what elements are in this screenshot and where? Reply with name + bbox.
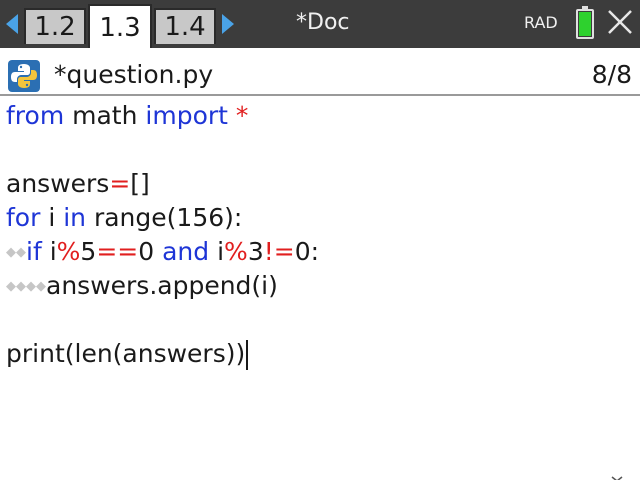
indent-marker: ◆◆ <box>6 245 26 260</box>
indent-marker: ◆◆◆◆ <box>6 279 46 294</box>
code-line-2[interactable] <box>6 133 636 167</box>
operator-neq: != <box>263 237 295 266</box>
battery-cap <box>582 6 588 9</box>
code-text: answers <box>6 169 110 198</box>
text-cursor <box>246 340 249 370</box>
editor-header: *question.py 8/8 <box>0 56 640 96</box>
code-text: 0 <box>138 237 163 266</box>
angle-mode-indicator: RAD <box>524 13 558 32</box>
top-bar: 1.2 1.3 1.4 *Doc RAD <box>0 0 640 48</box>
battery-level <box>579 12 591 36</box>
keyword-in: in <box>63 203 87 232</box>
operator-eq: == <box>96 237 139 266</box>
tab-page-1-3[interactable]: 1.3 <box>88 4 152 48</box>
close-icon[interactable] <box>606 8 634 36</box>
code-line-6[interactable]: ◆◆◆◆answers.append(i) <box>6 269 636 303</box>
keyword-if: if <box>26 237 42 266</box>
code-text: print(len(answers)) <box>6 339 246 368</box>
code-text: math <box>64 101 146 130</box>
code-line-1[interactable]: from math import * <box>6 99 636 133</box>
code-text: i <box>40 203 64 232</box>
operator-mod: % <box>224 237 248 266</box>
code-text: i <box>209 237 225 266</box>
python-icon <box>8 60 40 92</box>
operator-assign: = <box>109 169 131 198</box>
resize-handle-icon[interactable] <box>610 470 624 480</box>
code-line-8[interactable]: print(len(answers)) <box>6 337 636 371</box>
code-text: 3 <box>247 237 264 266</box>
code-line-4[interactable]: for i in range(156): <box>6 201 636 235</box>
code-text: 5 <box>80 237 97 266</box>
code-editor[interactable]: from math import * answers=[] for i in r… <box>6 99 636 371</box>
chevron-right-icon[interactable] <box>222 14 234 34</box>
code-text: range(156): <box>86 203 243 232</box>
code-line-3[interactable]: answers=[] <box>6 167 636 201</box>
keyword-import: import <box>145 101 228 130</box>
calculator-screen: 1.2 1.3 1.4 *Doc RAD *question.py 8/8 fr… <box>0 0 640 480</box>
keyword-for: for <box>6 203 41 232</box>
keyword-and: and <box>162 237 210 266</box>
tab-page-1-4[interactable]: 1.4 <box>154 8 216 44</box>
code-text: 0: <box>294 237 320 266</box>
code-text: answers.append(i) <box>46 271 278 300</box>
keyword-from: from <box>6 101 65 130</box>
line-counter: 8/8 <box>591 60 632 89</box>
code-line-5[interactable]: ◆◆if i%5==0 and i%3!=0: <box>6 235 636 269</box>
file-name: *question.py <box>54 60 214 89</box>
operator-star: * <box>235 101 249 130</box>
operator-mod: % <box>56 237 81 266</box>
code-line-7[interactable] <box>6 303 636 337</box>
document-title: *Doc <box>296 10 350 35</box>
code-text: i <box>41 237 57 266</box>
tab-page-1-2[interactable]: 1.2 <box>24 8 86 44</box>
chevron-left-icon[interactable] <box>6 14 18 34</box>
battery-icon <box>576 6 594 39</box>
code-text: [] <box>130 169 150 198</box>
